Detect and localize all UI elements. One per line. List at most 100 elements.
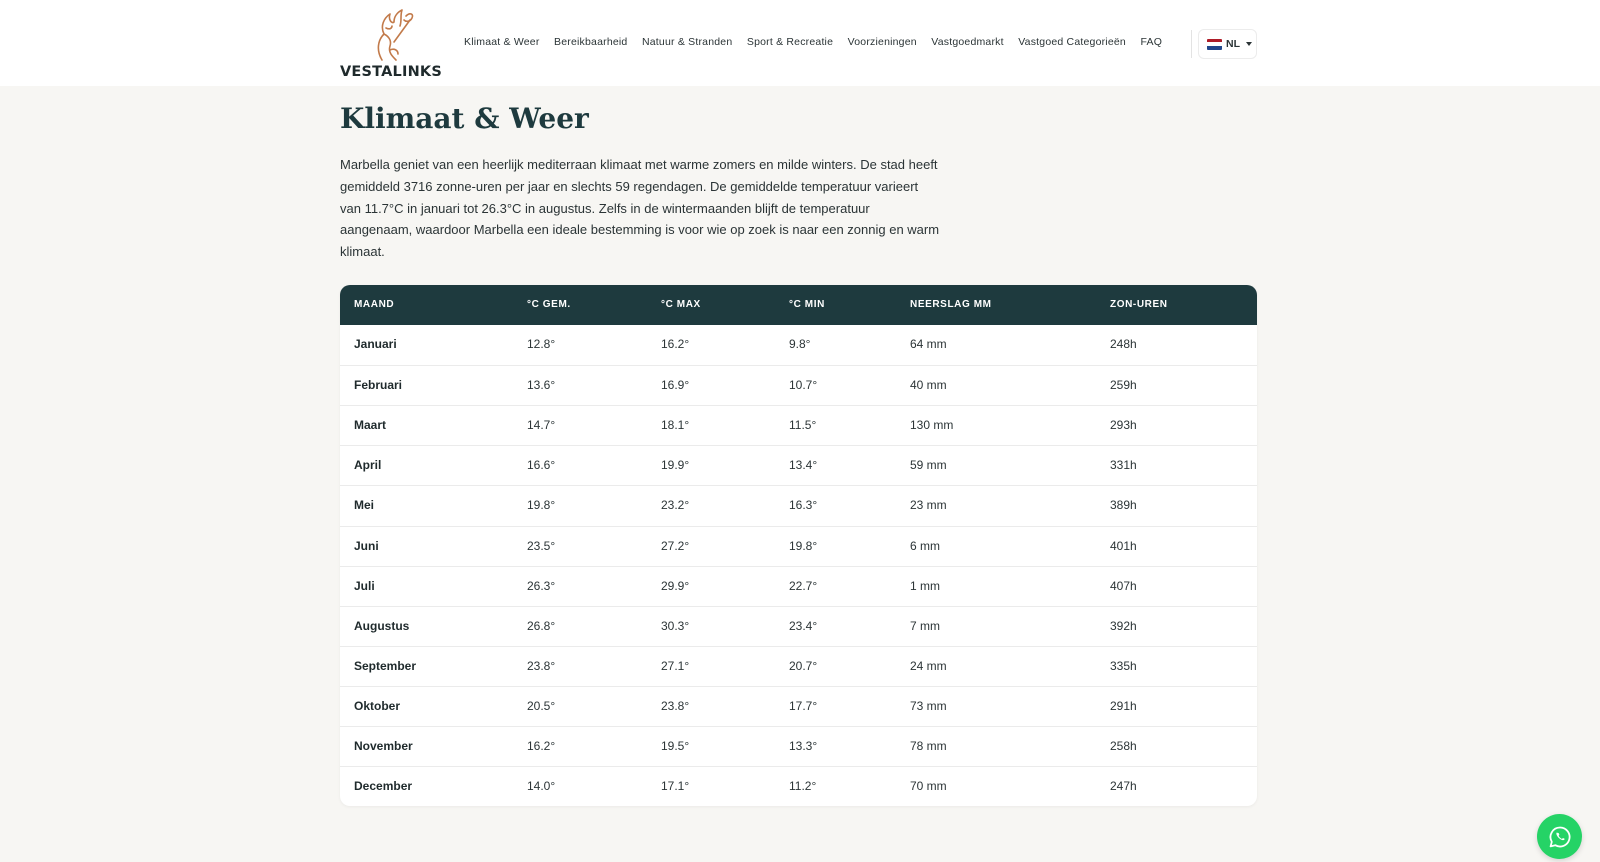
cell-zon-uren: 248h xyxy=(1110,337,1137,351)
cell-maand: Mei xyxy=(354,498,375,513)
column-header-maand: MAAND xyxy=(354,299,395,310)
netherlands-flag-icon xyxy=(1207,38,1222,50)
nav-item-sport-recreatie[interactable]: Sport & Recreatie xyxy=(747,36,833,48)
cell-min: 17.7° xyxy=(789,698,818,713)
cell-max: 16.2° xyxy=(661,337,690,351)
nav-item-natuur-stranden[interactable]: Natuur & Stranden xyxy=(642,36,732,48)
cell-zon-uren: 331h xyxy=(1110,458,1137,473)
cell-max: 19.5° xyxy=(661,739,690,753)
cell-maand: Juni xyxy=(354,538,379,553)
cell-neerslag: 59 mm xyxy=(910,458,947,473)
cell-maand: Januari xyxy=(354,337,397,351)
top-navigation-bar: VESTALINKS Klimaat & Weer Bereikbaarheid… xyxy=(0,0,1600,86)
table-row: Juli 26.3° 29.9° 22.7° 1 mm 407h xyxy=(340,565,1257,606)
table-row: Februari 13.6° 16.9° 10.7° 40 mm 259h xyxy=(340,365,1257,405)
cell-gem: 16.2° xyxy=(527,739,556,753)
cell-gem: 20.5° xyxy=(527,698,556,713)
cell-maand: November xyxy=(354,739,413,753)
cell-gem: 19.8° xyxy=(527,498,556,513)
column-header-neerslag: NEERSLAG MM xyxy=(910,299,992,310)
cell-zon-uren: 259h xyxy=(1110,378,1137,393)
cell-neerslag: 24 mm xyxy=(910,658,947,673)
cell-gem: 14.0° xyxy=(527,779,556,794)
cell-gem: 14.7° xyxy=(527,418,556,433)
nav-item-voorzieningen[interactable]: Voorzieningen xyxy=(848,36,917,48)
cell-maand: April xyxy=(354,458,382,473)
whatsapp-button[interactable] xyxy=(1537,814,1582,859)
cell-maand: December xyxy=(354,779,413,794)
column-header-max: °C MAX xyxy=(661,299,701,310)
cell-max: 27.1° xyxy=(661,658,690,673)
table-row: Mei 19.8° 23.2° 16.3° 23 mm 389h xyxy=(340,485,1257,525)
table-row: Maart 14.7° 18.1° 11.5° 130 mm 293h xyxy=(340,405,1257,445)
table-row: Juni 23.5° 27.2° 19.8° 6 mm 401h xyxy=(340,525,1257,566)
language-label: NL xyxy=(1226,38,1240,50)
main-nav: Klimaat & Weer Bereikbaarheid Natuur & S… xyxy=(464,36,1177,48)
nav-item-vastgoed-categorieen[interactable]: Vastgoed Categorieën xyxy=(1018,36,1126,48)
cell-min: 11.2° xyxy=(789,779,817,794)
cell-neerslag: 73 mm xyxy=(910,698,947,713)
climate-table: MAAND °C GEM. °C MAX °C MIN NEERSLAG MM … xyxy=(340,285,1257,806)
cell-neerslag: 6 mm xyxy=(910,538,940,553)
cell-min: 22.7° xyxy=(789,578,818,593)
cell-min: 23.4° xyxy=(789,618,818,633)
table-row: Januari 12.8° 16.2° 9.8° 64 mm 248h xyxy=(340,325,1257,365)
cell-zon-uren: 335h xyxy=(1110,658,1137,673)
cell-min: 19.8° xyxy=(789,538,818,553)
cell-maand: Augustus xyxy=(354,618,410,633)
brand-logo[interactable]: VESTALINKS xyxy=(340,6,443,82)
cell-zon-uren: 291h xyxy=(1110,698,1137,713)
nav-item-klimaat-weer[interactable]: Klimaat & Weer xyxy=(464,36,540,48)
cell-zon-uren: 407h xyxy=(1110,578,1137,593)
cell-zon-uren: 247h xyxy=(1110,779,1137,794)
cell-max: 23.8° xyxy=(661,698,690,713)
cell-min: 10.7° xyxy=(789,378,818,393)
cell-gem: 16.6° xyxy=(527,458,556,473)
whatsapp-icon xyxy=(1549,826,1570,847)
table-row: Oktober 20.5° 23.8° 17.7° 73 mm 291h xyxy=(340,685,1257,726)
table-row: April 16.6° 19.9° 13.4° 59 mm 331h xyxy=(340,445,1257,485)
cell-zon-uren: 258h xyxy=(1110,739,1137,753)
cell-max: 19.9° xyxy=(661,458,690,473)
cell-gem: 13.6° xyxy=(527,378,556,393)
cell-neerslag: 23 mm xyxy=(910,498,947,513)
cell-neerslag: 7 mm xyxy=(910,618,940,633)
cell-gem: 23.5° xyxy=(527,538,556,553)
cell-min: 13.3° xyxy=(789,739,818,753)
nav-item-bereikbaarheid[interactable]: Bereikbaarheid xyxy=(554,36,627,48)
cell-neerslag: 70 mm xyxy=(910,779,947,794)
language-selector[interactable]: NL xyxy=(1198,29,1257,59)
cell-gem: 12.8° xyxy=(527,337,556,351)
cell-gem: 26.8° xyxy=(527,618,556,633)
cell-min: 13.4° xyxy=(789,458,818,473)
column-header-gem: °C GEM. xyxy=(527,299,571,310)
cell-maand: September xyxy=(354,658,417,673)
cell-min: 20.7° xyxy=(789,658,818,673)
cell-maand: Februari xyxy=(354,378,403,393)
cell-min: 11.5° xyxy=(789,418,817,433)
cell-max: 16.9° xyxy=(661,378,690,393)
brand-name: VESTALINKS xyxy=(340,64,443,80)
cell-gem: 26.3° xyxy=(527,578,556,593)
cell-gem: 23.8° xyxy=(527,658,556,673)
cell-max: 29.9° xyxy=(661,578,690,593)
cell-max: 30.3° xyxy=(661,618,690,633)
cell-neerslag: 78 mm xyxy=(910,739,947,753)
cell-neerslag: 130 mm xyxy=(910,418,954,433)
cell-min: 9.8° xyxy=(789,337,811,351)
cell-zon-uren: 293h xyxy=(1110,418,1137,433)
cell-max: 23.2° xyxy=(661,498,690,513)
nav-item-vastgoedmarkt[interactable]: Vastgoedmarkt xyxy=(931,36,1003,48)
cell-max: 17.1° xyxy=(661,779,690,794)
cell-max: 27.2° xyxy=(661,538,690,553)
table-header: MAAND °C GEM. °C MAX °C MIN NEERSLAG MM … xyxy=(340,285,1257,325)
cell-neerslag: 64 mm xyxy=(910,337,947,351)
nav-item-faq[interactable]: FAQ xyxy=(1140,36,1162,48)
cell-neerslag: 1 mm xyxy=(910,578,940,593)
vesta-flame-logo-icon xyxy=(377,9,414,61)
chevron-down-icon xyxy=(1246,42,1252,46)
table-row: Augustus 26.8° 30.3° 23.4° 7 mm 392h xyxy=(340,605,1257,646)
cell-maand: Juli xyxy=(354,578,375,593)
cell-max: 18.1° xyxy=(661,418,690,433)
column-header-min: °C MIN xyxy=(789,299,825,310)
